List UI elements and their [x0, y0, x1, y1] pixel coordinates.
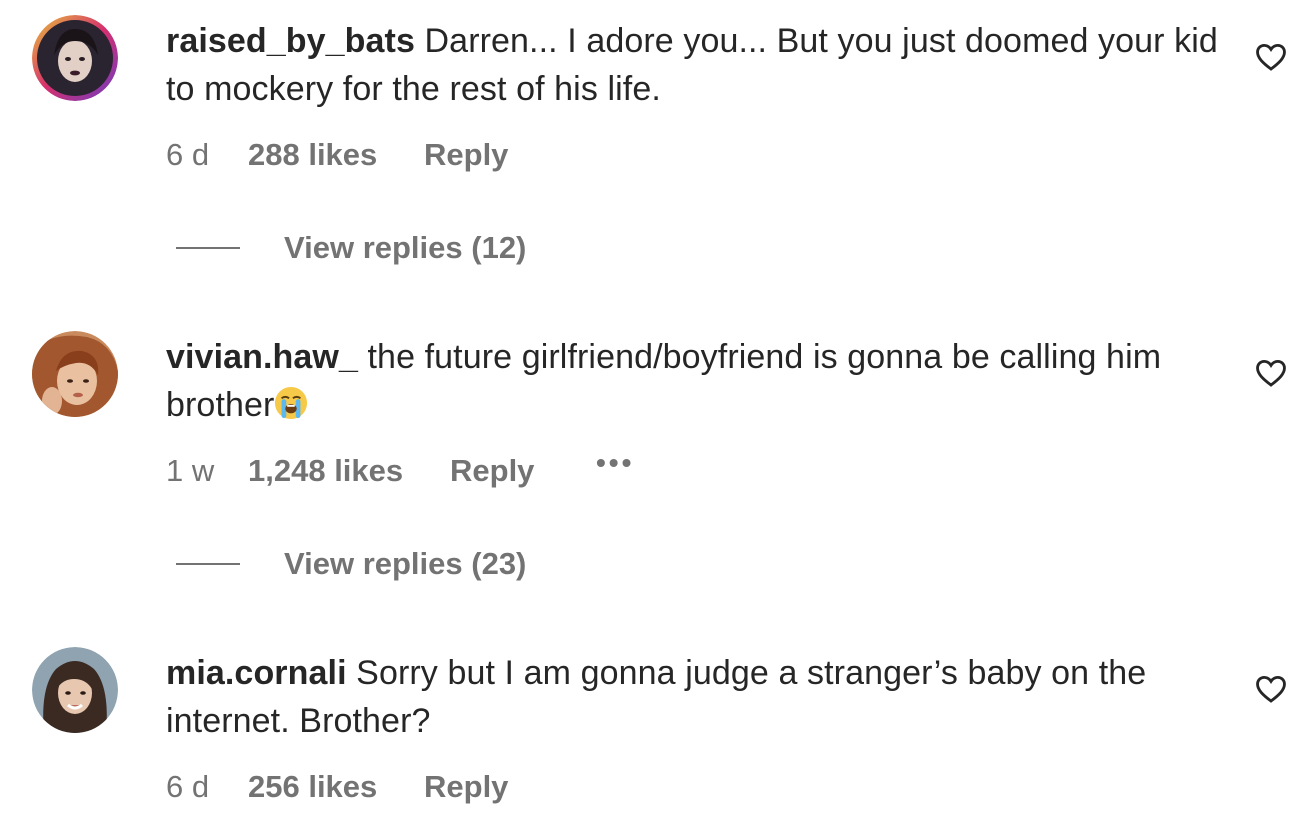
comment-text: mia.cornali Sorry but I am gonna judge a…	[166, 649, 1226, 745]
avatar-image	[32, 647, 118, 733]
loudly-crying-face-icon	[275, 386, 308, 420]
comment-time: 6 d	[166, 137, 210, 172]
reply-button[interactable]: Reply	[424, 767, 508, 807]
reply-button[interactable]: Reply	[450, 451, 534, 491]
comment-text: vivian.haw_ the future girlfriend/boyfri…	[166, 333, 1226, 429]
likes-count[interactable]: 288 likes	[248, 135, 377, 175]
comment-username[interactable]: mia.cornali	[166, 654, 347, 692]
more-options-button[interactable]: •••	[596, 443, 634, 483]
replies-divider-line	[176, 563, 240, 565]
likes-count[interactable]: 256 likes	[248, 767, 377, 807]
avatar[interactable]	[32, 15, 118, 101]
view-replies-label[interactable]: View replies (23)	[284, 544, 526, 584]
comment-time: 6 d	[166, 769, 210, 804]
avatar[interactable]	[32, 331, 118, 417]
avatar-image	[32, 15, 118, 101]
avatar-image	[32, 331, 118, 417]
comment-username[interactable]: vivian.haw_	[166, 338, 358, 376]
view-replies-label[interactable]: View replies (12)	[284, 228, 526, 268]
avatar[interactable]	[32, 647, 118, 733]
comment-text: raised_by_bats Darren... I adore you... …	[166, 17, 1226, 113]
replies-divider-line	[176, 247, 240, 249]
heart-outline-icon[interactable]	[1254, 40, 1288, 74]
reply-button[interactable]: Reply	[424, 135, 508, 175]
heart-outline-icon[interactable]	[1254, 356, 1288, 390]
likes-count[interactable]: 1,248 likes	[248, 451, 403, 491]
comment-time: 1 w	[166, 453, 215, 488]
heart-outline-icon[interactable]	[1254, 672, 1288, 706]
comment-username[interactable]: raised_by_bats	[166, 22, 415, 60]
